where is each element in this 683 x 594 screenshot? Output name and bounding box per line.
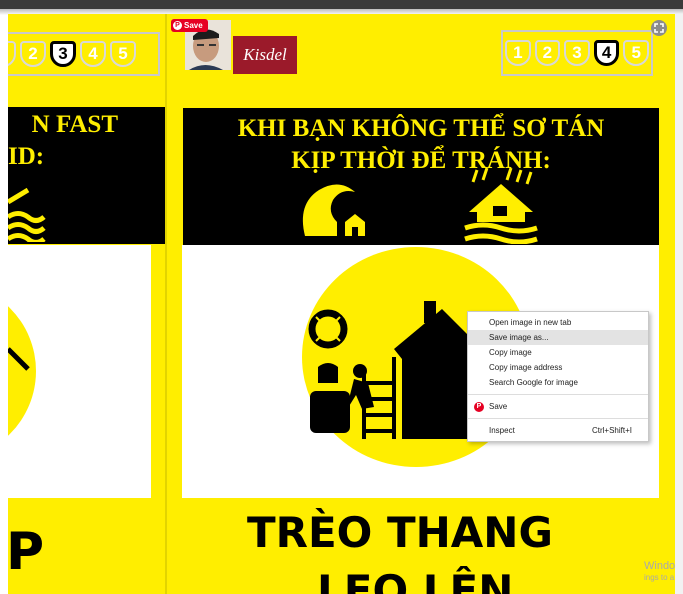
- main-slide-panel[interactable]: 1 2 3 4 5 KHI BẠN KHÔNG THỂ SƠ TÁN KỊP T…: [167, 14, 675, 594]
- step-indicator-left: 1 2 3 4 5: [8, 32, 160, 76]
- step-1: 1: [8, 41, 16, 67]
- activate-windows-watermark: Windo ings to a: [644, 561, 675, 583]
- pinterest-save-label: Save: [184, 21, 203, 30]
- menu-label: Save image as...: [489, 333, 549, 342]
- context-menu: Open image in new tab Save image as... C…: [467, 311, 649, 442]
- step-2: 2: [534, 40, 561, 66]
- left-heading-line2: ID:: [8, 143, 45, 170]
- step-4-active: 4: [593, 40, 620, 66]
- step-5: 5: [110, 41, 136, 67]
- flooded-house-icon: [464, 167, 538, 244]
- step-1: 1: [505, 40, 531, 66]
- step-indicator-right: 1 2 3 4 5: [501, 30, 653, 76]
- menu-pinterest-save[interactable]: P Save: [468, 399, 648, 414]
- left-heading-line1: N FAST: [31, 111, 118, 138]
- tsunami-wave-icon: [302, 184, 365, 236]
- left-bottom-text: P: [8, 522, 45, 582]
- brand-logo: Kisdel: [233, 36, 297, 74]
- pinterest-icon: P: [474, 402, 484, 412]
- menu-copy-image-address[interactable]: Copy image address: [468, 360, 648, 375]
- step-5: 5: [623, 40, 649, 66]
- menu-search-google-for-image[interactable]: Search Google for image: [468, 375, 648, 390]
- browser-top-bar: [0, 0, 683, 9]
- expand-icon[interactable]: [651, 20, 667, 36]
- left-partial-figure: [8, 347, 30, 371]
- menu-save-image-as[interactable]: Save image as...: [468, 330, 648, 345]
- menu-shortcut: Ctrl+Shift+I: [591, 426, 632, 435]
- step-2: 2: [20, 41, 46, 67]
- menu-copy-image[interactable]: Copy image: [468, 345, 648, 360]
- step-3: 3: [564, 40, 590, 66]
- heading-line2: KỊP THỜI ĐỂ TRÁNH:: [291, 147, 551, 174]
- step-4: 4: [80, 41, 106, 67]
- pinterest-save-button[interactable]: P Save: [171, 19, 208, 32]
- menu-label: Open image in new tab: [489, 318, 572, 327]
- right-edge: [675, 14, 683, 594]
- fullscreen-icon: [654, 23, 664, 33]
- watermark-line2: ings to a: [644, 573, 675, 582]
- bottom-text-line2: LEO LÊN: [317, 566, 514, 594]
- menu-label: Search Google for image: [489, 378, 578, 387]
- heading-line1: KHI BẠN KHÔNG THỂ SƠ TÁN: [237, 115, 605, 142]
- menu-inspect[interactable]: Inspect Ctrl+Shift+I: [468, 423, 648, 438]
- previous-slide-panel[interactable]: 1 2 3 4 5 N FAST ID: P: [8, 14, 165, 594]
- flood-waves-icon: [8, 187, 46, 242]
- menu-separator: [468, 418, 648, 419]
- menu-open-image-new-tab[interactable]: Open image in new tab: [468, 315, 648, 330]
- pinterest-icon: P: [173, 21, 182, 30]
- menu-separator: [468, 394, 648, 395]
- watermark-line1: Windo: [644, 560, 676, 572]
- step-3-active: 3: [50, 41, 76, 67]
- menu-label: Copy image address: [489, 363, 563, 372]
- menu-label: Save: [489, 402, 508, 411]
- menu-label: Copy image: [489, 348, 532, 357]
- menu-label: Inspect: [489, 426, 515, 435]
- bottom-text-line1: TRÈO THANG: [247, 508, 553, 557]
